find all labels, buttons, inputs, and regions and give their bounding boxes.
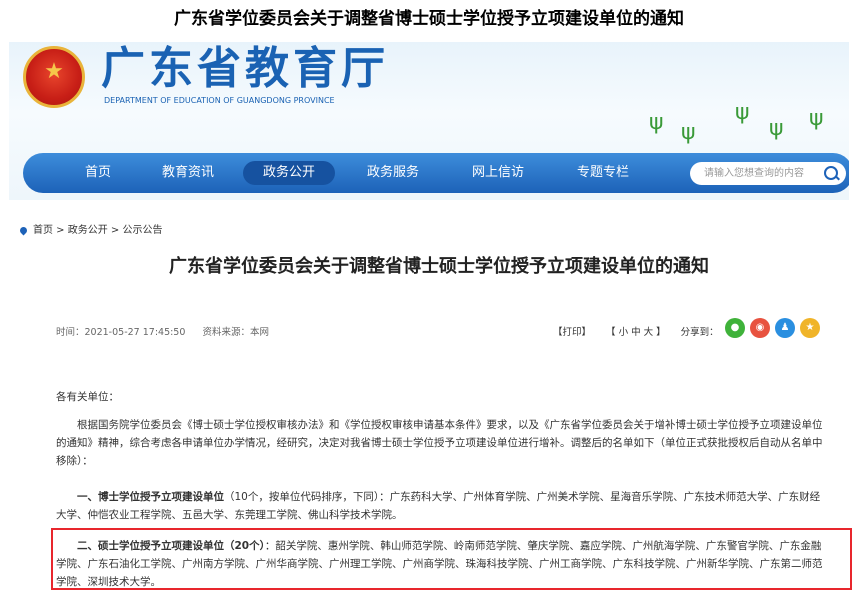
dept-name-en: DEPARTMENT OF EDUCATION OF GUANGDONG PRO… (104, 96, 335, 105)
article-source: 资料来源：本网 (202, 327, 269, 338)
nav-gov-services[interactable]: 政务服务 (353, 153, 433, 193)
nav-special-topics[interactable]: 专题专栏 (563, 153, 643, 193)
wechat-icon[interactable]: ● (725, 318, 745, 338)
article-title: 广东省学位委员会关于调整省博士硕士学位授予立项建设单位的通知 (169, 256, 709, 277)
sprout-decoration-icon: ψ (649, 110, 664, 135)
dept-name-cn: 广东省教育厅 (101, 43, 389, 94)
breadcrumb: 首页 > 政务公开 > 公示公告 (18, 221, 162, 236)
doctoral-heading: 一、博士学位授予立项建设单位 (77, 491, 224, 503)
article-meta: 时间：2021-05-27 17:45:50 资料来源：本网 (56, 324, 283, 338)
sprout-decoration-icon: ψ (735, 100, 750, 125)
greeting: 各有关单位： (56, 391, 119, 403)
site-header: ★ 广东省教育厅 DEPARTMENT OF EDUCATION OF GUAN… (9, 42, 849, 200)
page-caption: 广东省学位委员会关于调整省博士硕士学位授予立项建设单位的通知 (174, 9, 684, 29)
doctoral-count: （10个，按单位代码排序，下同）： (224, 491, 390, 503)
sprout-decoration-icon: ψ (809, 106, 824, 131)
weibo-icon[interactable]: ◉ (750, 318, 770, 338)
qq-icon[interactable]: ♟ (775, 318, 795, 338)
search-input[interactable]: 请输入您想查询的内容 (704, 162, 804, 185)
national-emblem-icon: ★ (23, 46, 85, 108)
nav-home[interactable]: 首页 (63, 153, 133, 193)
qzone-icon[interactable]: ★ (800, 318, 820, 338)
font-size-switcher[interactable]: 【 小 中 大 】 (606, 327, 666, 338)
search-icon[interactable] (824, 166, 838, 180)
search-box[interactable]: 请输入您想查询的内容 (690, 162, 846, 185)
location-pin-icon (18, 225, 29, 235)
breadcrumb-text[interactable]: 首页 > 政务公开 > 公示公告 (33, 225, 162, 236)
sprout-decoration-icon: ψ (769, 116, 784, 141)
print-button[interactable]: 【打印】 (553, 327, 591, 338)
highlight-box (51, 528, 852, 590)
main-nav: 首页 教育资讯 政务公开 政务服务 网上信访 专题专栏 请输入您想查询的内容 (23, 153, 849, 193)
paragraph-intro: 根据国务院学位委员会《博士硕士学位授权审核办法》和《学位授权审核申请基本条件》要… (56, 419, 823, 467)
sprout-decoration-icon: ψ (681, 120, 696, 145)
publish-time: 时间：2021-05-27 17:45:50 (56, 327, 186, 338)
nav-online-petition[interactable]: 网上信访 (458, 153, 538, 193)
nav-gov-affairs[interactable]: 政务公开 (243, 161, 335, 185)
nav-education-news[interactable]: 教育资讯 (148, 153, 228, 193)
article-tools: 【打印】 【 小 中 大 】 分享到： (553, 324, 731, 338)
paragraph-doctoral: 一、博士学位授予立项建设单位（10个，按单位代码排序，下同）：广东药科大学、广州… (56, 488, 826, 524)
share-label: 分享到： (680, 327, 719, 338)
